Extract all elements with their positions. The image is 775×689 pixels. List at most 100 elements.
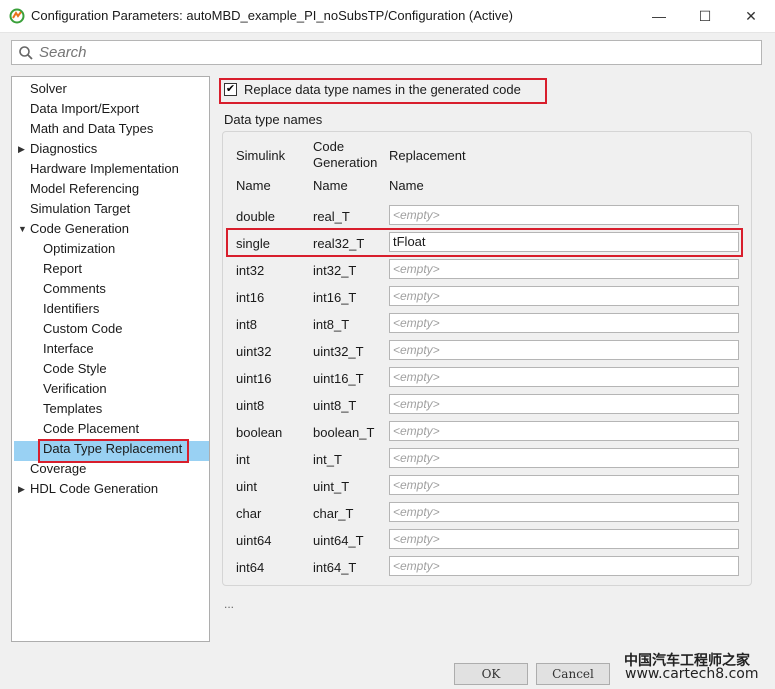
tree-item-verification[interactable]: Verification (43, 379, 107, 399)
replacement-name-field[interactable]: <empty> (389, 286, 739, 306)
simulink-type-name: int32 (236, 263, 265, 278)
highlight-box (226, 228, 743, 257)
codegen-type-name: boolean_T (313, 425, 375, 440)
simulink-type-name: int16 (236, 290, 265, 305)
header-code: Code (313, 139, 345, 154)
minimize-button[interactable]: — (636, 0, 682, 32)
replace-names-checkbox-row[interactable]: ✔ Replace data type names in the generat… (219, 78, 547, 104)
table-row: int64 int64_T <empty> (223, 556, 753, 583)
expand-right-icon[interactable]: ▶ (18, 479, 26, 499)
tree-item-custom-code[interactable]: Custom Code (43, 319, 122, 339)
replacement-name-field[interactable]: <empty> (389, 367, 739, 387)
table-row: int16 int16_T <empty> (223, 286, 753, 313)
simulink-type-name: uint8 (236, 398, 265, 413)
tree-item-comments[interactable]: Comments (43, 279, 106, 299)
ok-button[interactable]: OK (454, 663, 528, 685)
replacement-name-field[interactable]: <empty> (389, 313, 739, 333)
replacement-name-field[interactable]: <empty> (389, 421, 739, 441)
tree-item-math-and-data-types[interactable]: Math and Data Types (30, 119, 153, 139)
replacement-name-field[interactable]: <empty> (389, 529, 739, 549)
replacement-name-field[interactable]: <empty> (389, 205, 739, 225)
codegen-type-name: real_T (313, 209, 350, 224)
replacement-name-field[interactable]: <empty> (389, 475, 739, 495)
maximize-button[interactable]: ☐ (682, 0, 728, 32)
tree-item-data-import-export[interactable]: Data Import/Export (30, 99, 139, 119)
replacement-name-field[interactable]: <empty> (389, 448, 739, 468)
table-row: boolean boolean_T <empty> (223, 421, 753, 448)
table-row: uint16 uint16_T <empty> (223, 367, 753, 394)
maximize-icon: ☐ (698, 7, 712, 24)
simulink-type-name: char (236, 506, 262, 521)
codegen-type-name: int16_T (313, 290, 357, 305)
tree-item-code-style[interactable]: Code Style (43, 359, 107, 379)
simulink-type-name: int (236, 452, 250, 467)
codegen-type-name: uint8_T (313, 398, 357, 413)
highlight-box (219, 78, 547, 104)
window-title: Configuration Parameters: autoMBD_exampl… (31, 8, 513, 23)
codegen-type-name: int32_T (313, 263, 357, 278)
table-row: uint8 uint8_T <empty> (223, 394, 753, 421)
search-icon (18, 45, 34, 61)
codegen-type-name: uint64_T (313, 533, 364, 548)
table-row: int32 int32_T <empty> (223, 259, 753, 286)
search-input[interactable] (39, 43, 739, 62)
tree-item-code-placement[interactable]: Code Placement (43, 419, 139, 439)
codegen-type-name: uint32_T (313, 344, 364, 359)
table-row: uint32 uint32_T <empty> (223, 340, 753, 367)
category-tree[interactable]: Solver Data Import/Export Math and Data Ty… (11, 76, 210, 642)
codegen-type-name: int64_T (313, 560, 357, 575)
simulink-type-name: uint16 (236, 371, 272, 386)
tree-item-model-referencing[interactable]: Model Referencing (30, 179, 139, 199)
replacement-name-field[interactable]: <empty> (389, 259, 739, 279)
simulink-type-name: uint32 (236, 344, 272, 359)
header-simulink: Simulink (236, 148, 286, 163)
tree-item-identifiers[interactable]: Identifiers (43, 299, 99, 319)
more-ellipsis: ... (224, 597, 235, 611)
group-title: Data type names (224, 112, 323, 127)
header-simulink-name: Name (236, 178, 271, 193)
table-row: uint uint_T <empty> (223, 475, 753, 502)
simulink-type-name: double (236, 209, 276, 224)
tree-item-diagnostics[interactable]: Diagnostics (30, 139, 97, 159)
expand-right-icon[interactable]: ▶ (18, 139, 26, 159)
replacement-name-field[interactable]: <empty> (389, 340, 739, 360)
tree-item-hardware-implementation[interactable]: Hardware Implementation (30, 159, 179, 179)
title-bar: Configuration Parameters: autoMBD_exampl… (0, 0, 775, 33)
matlab-icon (9, 8, 25, 24)
header-replacement: Replacement (389, 148, 466, 163)
codegen-type-name: uint16_T (313, 371, 364, 386)
table-row: uint64 uint64_T <empty> (223, 529, 753, 556)
header-generation: Generation (313, 155, 378, 170)
replacement-name-field[interactable]: <empty> (389, 394, 739, 414)
simulink-type-name: uint64 (236, 533, 272, 548)
tree-item-templates[interactable]: Templates (43, 399, 102, 419)
header-codegen-name: Name (313, 178, 348, 193)
tree-item-code-generation[interactable]: Code Generation (30, 219, 129, 239)
codegen-type-name: uint_T (313, 479, 350, 494)
table-row: int int_T <empty> (223, 448, 753, 475)
highlight-box (38, 439, 189, 463)
minimize-icon: — (652, 8, 666, 24)
table-row: char char_T <empty> (223, 502, 753, 529)
tree-item-interface[interactable]: Interface (43, 339, 94, 359)
data-type-names-group: Simulink Name Code Generation Name Repla… (222, 131, 752, 586)
header-replacement-name: Name (389, 178, 424, 193)
tree-item-hdl-code-generation[interactable]: HDL Code Generation (30, 479, 158, 499)
close-icon: ✕ (745, 7, 757, 24)
expand-down-icon[interactable]: ▼ (18, 219, 27, 239)
replacement-name-field[interactable]: <empty> (389, 502, 739, 522)
tree-item-simulation-target[interactable]: Simulation Target (30, 199, 130, 219)
search-box[interactable] (11, 40, 762, 65)
watermark-url: www.cartech8.com (625, 666, 759, 682)
tree-item-solver[interactable]: Solver (30, 79, 67, 99)
codegen-type-name: char_T (313, 506, 354, 521)
cancel-button[interactable]: Cancel (536, 663, 610, 685)
table-row: int8 int8_T <empty> (223, 313, 753, 340)
simulink-type-name: int8 (236, 317, 257, 332)
tree-item-optimization[interactable]: Optimization (43, 239, 115, 259)
replacement-name-field[interactable]: <empty> (389, 556, 739, 576)
simulink-type-name: int64 (236, 560, 265, 575)
close-button[interactable]: ✕ (728, 0, 774, 32)
tree-item-report[interactable]: Report (43, 259, 82, 279)
codegen-type-name: int8_T (313, 317, 350, 332)
